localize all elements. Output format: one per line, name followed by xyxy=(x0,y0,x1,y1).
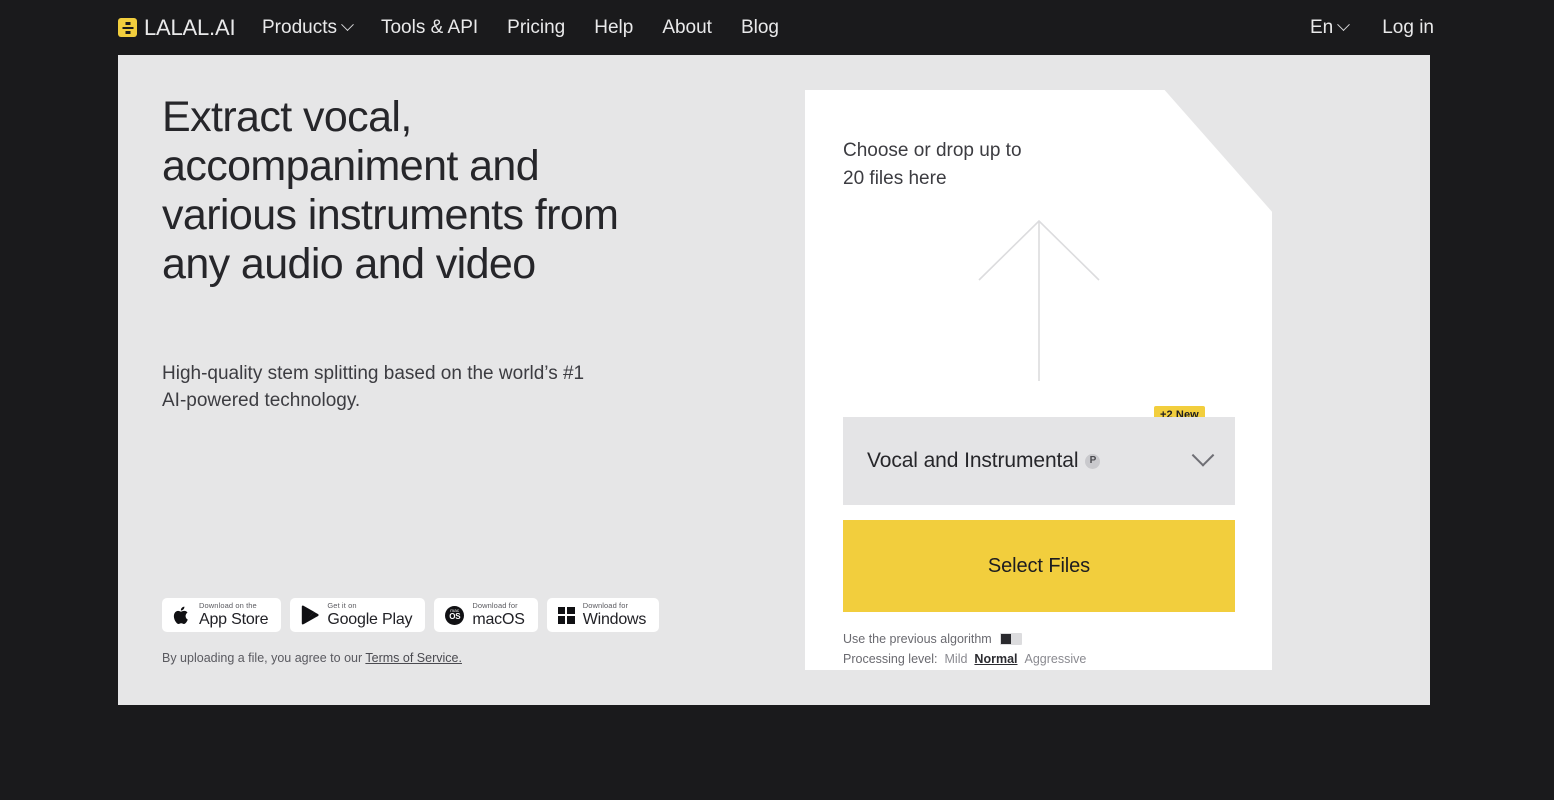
windows-icon xyxy=(557,606,575,624)
previous-algorithm-row: Use the previous algorithm xyxy=(843,629,1086,648)
nav-item-about[interactable]: About xyxy=(662,17,712,39)
app-store-label: Download on the App Store xyxy=(199,601,269,628)
macos-download-button[interactable]: mac OS Download for macOS xyxy=(434,598,538,632)
app-download-buttons: Download on the App Store Get it on Goog… xyxy=(162,598,660,632)
nav-item-label: Products xyxy=(262,16,337,38)
previous-algorithm-label: Use the previous algorithm xyxy=(843,631,992,646)
windows-download-button[interactable]: Download for Windows xyxy=(546,598,660,632)
store-caption: Download on the xyxy=(199,601,257,611)
terms-of-service-link[interactable]: Terms of Service. xyxy=(365,651,462,665)
stem-mode-value: Vocal and Instrumental xyxy=(867,449,1079,472)
processing-level-normal[interactable]: Normal xyxy=(974,649,1017,669)
nav-item-products[interactable]: Products xyxy=(262,16,354,39)
macos-icon: mac OS xyxy=(445,605,465,625)
brand-name: LALAL.AI xyxy=(144,14,236,40)
chevron-down-icon xyxy=(1191,444,1215,467)
store-name: Google Play xyxy=(327,610,413,628)
upload-card[interactable]: Choose or drop up to 20 files here +2 Ne… xyxy=(805,90,1272,670)
stem-mode-select[interactable]: Vocal and Instrumental P xyxy=(843,417,1235,505)
upload-arrow-icon xyxy=(977,219,1100,381)
top-navigation-bar: LALAL.AI Products Tools & API Pricing He… xyxy=(0,0,1554,55)
nav-item-tools-api[interactable]: Tools & API xyxy=(381,17,478,39)
store-caption: Download for xyxy=(472,601,518,611)
language-label: En xyxy=(1309,16,1334,38)
store-name: macOS xyxy=(472,610,525,628)
main-nav: Products Tools & API Pricing Help About … xyxy=(262,17,779,39)
processing-level-aggressive[interactable]: Aggressive xyxy=(1025,649,1087,669)
google-play-label: Get it on Google Play xyxy=(327,602,412,628)
google-play-icon xyxy=(301,605,320,625)
page-title: Extract vocal, accompaniment and various… xyxy=(162,93,619,288)
store-caption: Download for xyxy=(582,601,629,611)
store-name: Windows xyxy=(582,610,647,628)
select-files-button[interactable]: Select Files xyxy=(843,520,1235,612)
chevron-down-icon xyxy=(341,18,354,32)
nav-item-pricing[interactable]: Pricing xyxy=(507,17,565,39)
brand-logo[interactable]: LALAL.AI xyxy=(118,14,236,41)
nav-right-group: En Log in xyxy=(1310,17,1434,39)
processing-level-label: Processing level: xyxy=(843,652,938,666)
previous-algorithm-toggle[interactable] xyxy=(999,632,1022,645)
hero-section: Extract vocal, accompaniment and various… xyxy=(118,55,1430,705)
macos-icon-bottom: OS xyxy=(449,612,461,622)
windows-label: Download for Windows xyxy=(583,602,647,628)
macos-label: Download for macOS xyxy=(472,601,525,628)
processing-level-row: Processing level: Mild Normal Aggressive xyxy=(843,649,1086,669)
upload-arrow-wrap xyxy=(805,218,1272,383)
language-switcher[interactable]: En xyxy=(1309,16,1351,39)
hero-subtitle: High-quality stem splitting based on the… xyxy=(162,363,585,411)
google-play-button[interactable]: Get it on Google Play xyxy=(290,598,426,632)
lalal-logo-icon xyxy=(118,18,137,37)
drop-zone-text: Choose or drop up to 20 files here xyxy=(843,140,1022,189)
chevron-down-icon xyxy=(1337,18,1351,32)
login-button[interactable]: Log in xyxy=(1382,17,1434,39)
store-caption: Get it on xyxy=(327,601,357,611)
upload-options: Use the previous algorithm Processing le… xyxy=(843,629,1086,669)
nav-item-blog[interactable]: Blog xyxy=(741,17,779,39)
apple-icon xyxy=(173,605,191,626)
terms-notice: By uploading a file, you agree to our Te… xyxy=(162,651,462,665)
terms-notice-text: By uploading a file, you agree to our xyxy=(162,651,366,665)
processing-level-mild[interactable]: Mild xyxy=(945,649,968,669)
pro-badge-icon: P xyxy=(1085,453,1101,469)
nav-item-help[interactable]: Help xyxy=(594,17,633,39)
app-store-button[interactable]: Download on the App Store xyxy=(162,598,282,632)
stem-mode-value-group: Vocal and Instrumental P xyxy=(867,449,1101,473)
store-name: App Store xyxy=(199,610,269,628)
